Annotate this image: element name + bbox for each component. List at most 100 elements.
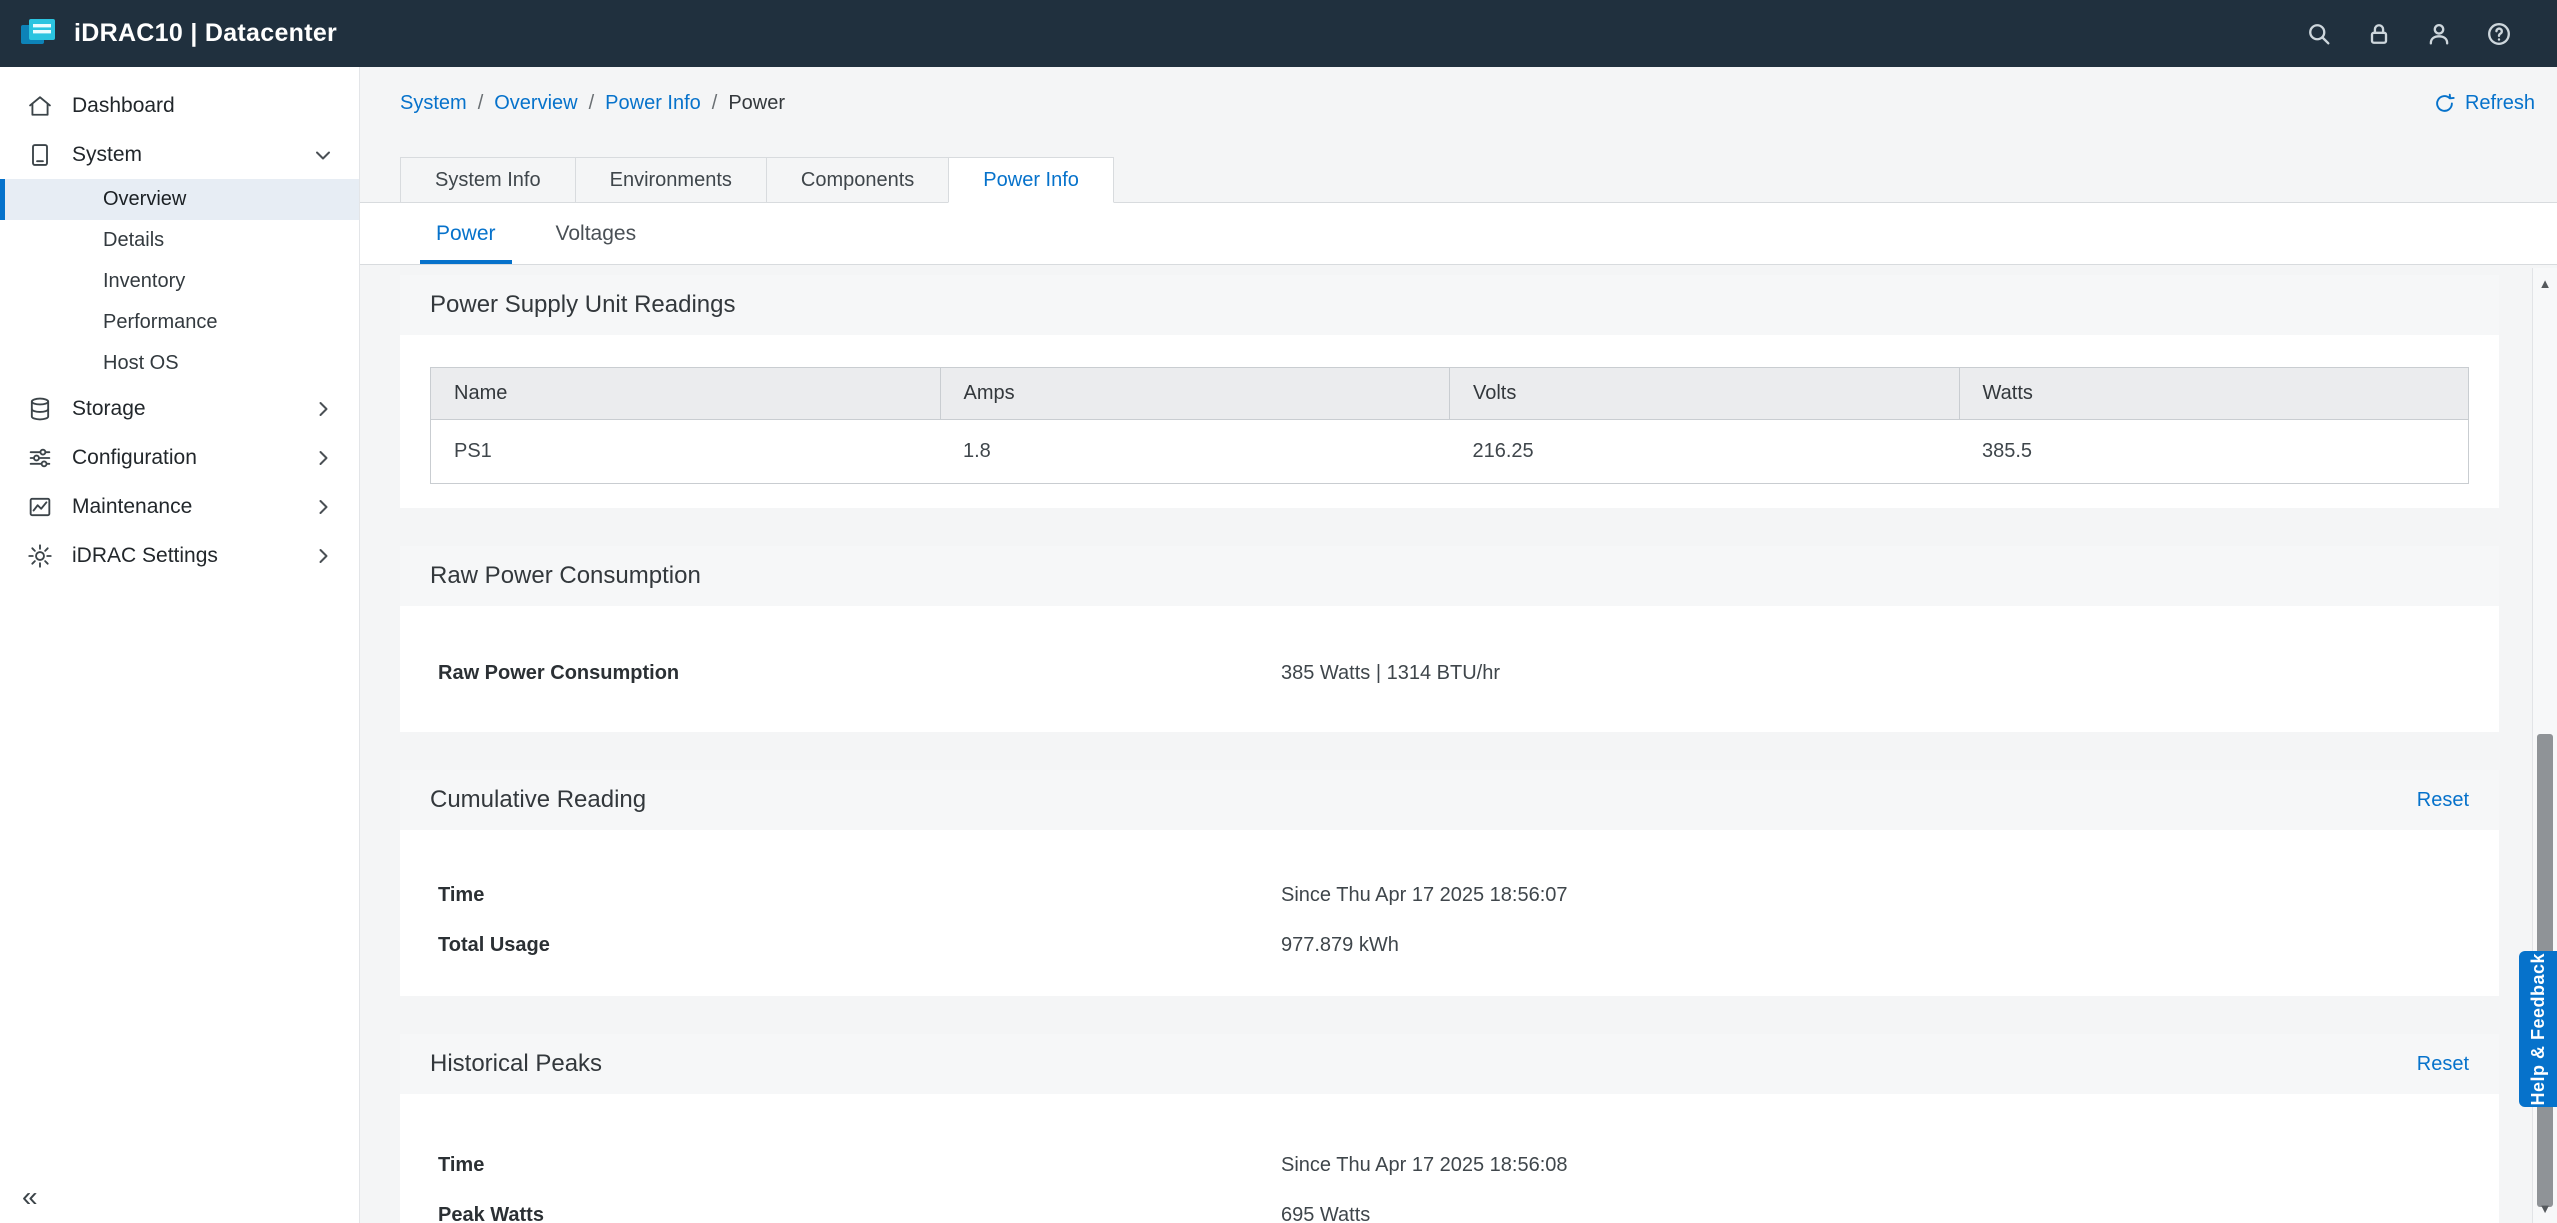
chevron-right-icon bbox=[311, 397, 335, 421]
section-body: Name Amps Volts Watts PS1 1.8 216.25 bbox=[400, 335, 2499, 508]
breadcrumb-link-overview[interactable]: Overview bbox=[494, 92, 577, 115]
breadcrumb-link-system[interactable]: System bbox=[400, 92, 467, 115]
sidebar-item-label: Dashboard bbox=[72, 94, 335, 118]
sidebar-subitem-label: Host OS bbox=[103, 352, 179, 375]
field-row: Time Since Thu Apr 17 2025 18:56:07 bbox=[400, 870, 2499, 920]
search-icon[interactable] bbox=[2305, 20, 2333, 48]
sidebar-item-configuration[interactable]: Configuration bbox=[0, 433, 359, 482]
column-header-amps: Amps bbox=[940, 368, 1450, 420]
subtab-voltages[interactable]: Voltages bbox=[526, 203, 667, 264]
cell-volts: 216.25 bbox=[1450, 420, 1960, 484]
main-tabs: System Info Environments Components Powe… bbox=[360, 157, 2557, 203]
breadcrumb-separator: / bbox=[589, 92, 595, 115]
scrollbar-down-arrow[interactable]: ▼ bbox=[2533, 1199, 2557, 1219]
tab-components[interactable]: Components bbox=[766, 157, 949, 203]
brand: iDRAC10 | Datacenter bbox=[18, 14, 337, 54]
chevron-down-icon bbox=[311, 143, 335, 167]
sub-tabs: Power Voltages bbox=[360, 202, 2557, 265]
lock-icon[interactable] bbox=[2365, 20, 2393, 48]
field-value: Since Thu Apr 17 2025 18:56:08 bbox=[1281, 1154, 1568, 1177]
sidebar-item-dashboard[interactable]: Dashboard bbox=[0, 81, 359, 130]
section-body: Raw Power Consumption 385 Watts | 1314 B… bbox=[400, 606, 2499, 732]
top-header: iDRAC10 | Datacenter bbox=[0, 0, 2557, 67]
section-header: Raw Power Consumption bbox=[400, 546, 2499, 606]
sidebar-item-label: Maintenance bbox=[72, 495, 311, 519]
section-title: Raw Power Consumption bbox=[430, 562, 701, 590]
user-icon[interactable] bbox=[2425, 20, 2453, 48]
column-header-name: Name bbox=[431, 368, 941, 420]
sliders-icon bbox=[26, 444, 54, 472]
tab-power-info[interactable]: Power Info bbox=[948, 157, 1114, 203]
breadcrumb-separator: / bbox=[478, 92, 484, 115]
column-header-volts: Volts bbox=[1450, 368, 1960, 420]
field-value: 977.879 kWh bbox=[1281, 934, 1399, 957]
cell-amps: 1.8 bbox=[940, 420, 1450, 484]
sidebar-item-label: Storage bbox=[72, 397, 311, 421]
field-value: 695 Watts bbox=[1281, 1204, 1370, 1223]
sidebar-item-overview[interactable]: Overview bbox=[0, 179, 359, 220]
sidebar-collapse-button[interactable]: « bbox=[22, 1183, 38, 1211]
section-body: Time Since Thu Apr 17 2025 18:56:08 Peak… bbox=[400, 1094, 2499, 1223]
breadcrumb-current: Power bbox=[728, 92, 785, 115]
tab-environments[interactable]: Environments bbox=[575, 157, 767, 203]
sidebar-subitem-label: Overview bbox=[103, 188, 186, 211]
cell-watts: 385.5 bbox=[1959, 420, 2469, 484]
help-icon[interactable] bbox=[2485, 20, 2513, 48]
sidebar-item-storage[interactable]: Storage bbox=[0, 384, 359, 433]
field-label: Time bbox=[438, 1154, 1281, 1177]
reset-button[interactable]: Reset bbox=[2417, 789, 2469, 812]
sidebar-nav: Dashboard System Overview Details Invent… bbox=[0, 81, 359, 580]
refresh-label: Refresh bbox=[2465, 92, 2535, 115]
sidebar-item-idrac-settings[interactable]: iDRAC Settings bbox=[0, 531, 359, 580]
sidebar-item-details[interactable]: Details bbox=[0, 220, 359, 261]
sidebar-item-host-os[interactable]: Host OS bbox=[0, 343, 359, 384]
breadcrumb: System / Overview / Power Info / Power bbox=[400, 92, 785, 115]
field-label: Time bbox=[438, 884, 1281, 907]
subtab-power[interactable]: Power bbox=[406, 203, 526, 264]
section-header: Historical Peaks Reset bbox=[400, 1034, 2499, 1094]
section-title: Historical Peaks bbox=[430, 1050, 602, 1078]
psu-readings-section: Power Supply Unit Readings Name Amps Vol… bbox=[400, 275, 2499, 508]
storage-icon bbox=[26, 395, 54, 423]
column-header-watts: Watts bbox=[1959, 368, 2469, 420]
sidebar-item-maintenance[interactable]: Maintenance bbox=[0, 482, 359, 531]
gear-icon bbox=[26, 542, 54, 570]
system-icon bbox=[26, 141, 54, 169]
table-header-row: Name Amps Volts Watts bbox=[431, 368, 2469, 420]
section-header: Cumulative Reading Reset bbox=[400, 770, 2499, 830]
field-row: Time Since Thu Apr 17 2025 18:56:08 bbox=[400, 1140, 2499, 1190]
historical-peaks-section: Historical Peaks Reset Time Since Thu Ap… bbox=[400, 1034, 2499, 1223]
field-value: 385 Watts | 1314 BTU/hr bbox=[1281, 662, 1500, 685]
table-row: PS1 1.8 216.25 385.5 bbox=[431, 420, 2469, 484]
field-row: Peak Watts 695 Watts bbox=[400, 1190, 2499, 1223]
tab-system-info[interactable]: System Info bbox=[400, 157, 576, 203]
sidebar-item-system[interactable]: System bbox=[0, 130, 359, 179]
field-label: Peak Watts bbox=[438, 1204, 1281, 1223]
chevron-right-icon bbox=[311, 495, 335, 519]
section-header: Power Supply Unit Readings bbox=[400, 275, 2499, 335]
scrollbar-up-arrow[interactable]: ▲ bbox=[2533, 274, 2557, 294]
cell-name: PS1 bbox=[431, 420, 941, 484]
idrac-logo-icon bbox=[18, 14, 58, 54]
section-body: Time Since Thu Apr 17 2025 18:56:07 Tota… bbox=[400, 830, 2499, 996]
help-feedback-tab[interactable]: Help & Feedback bbox=[2519, 951, 2557, 1107]
field-row: Total Usage 977.879 kWh bbox=[400, 920, 2499, 970]
sidebar-subitem-label: Inventory bbox=[103, 270, 185, 293]
sidebar-item-inventory[interactable]: Inventory bbox=[0, 261, 359, 302]
power-content: Power Supply Unit Readings Name Amps Vol… bbox=[360, 265, 2557, 1223]
help-feedback-label: Help & Feedback bbox=[2528, 953, 2549, 1106]
breadcrumb-link-power-info[interactable]: Power Info bbox=[605, 92, 701, 115]
sidebar-subitem-label: Performance bbox=[103, 311, 218, 334]
chevron-right-icon bbox=[311, 544, 335, 568]
chevron-right-icon bbox=[311, 446, 335, 470]
cumulative-reading-section: Cumulative Reading Reset Time Since Thu … bbox=[400, 770, 2499, 996]
reset-button[interactable]: Reset bbox=[2417, 1053, 2469, 1076]
sidebar: Dashboard System Overview Details Invent… bbox=[0, 67, 360, 1223]
sidebar-item-performance[interactable]: Performance bbox=[0, 302, 359, 343]
breadcrumb-row: System / Overview / Power Info / Power R… bbox=[360, 67, 2557, 139]
breadcrumb-separator: / bbox=[712, 92, 718, 115]
sidebar-item-label: iDRAC Settings bbox=[72, 544, 311, 568]
raw-power-section: Raw Power Consumption Raw Power Consumpt… bbox=[400, 546, 2499, 732]
refresh-button[interactable]: Refresh bbox=[2433, 92, 2535, 115]
field-label: Raw Power Consumption bbox=[438, 662, 1281, 685]
